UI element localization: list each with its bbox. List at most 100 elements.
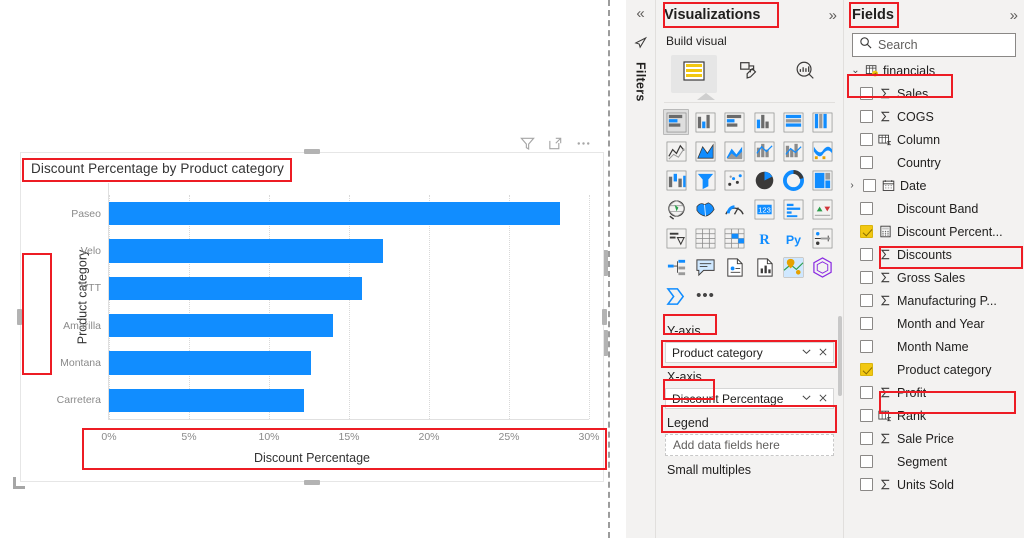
field-checkbox[interactable]	[860, 340, 873, 353]
field-checkbox[interactable]	[860, 432, 873, 445]
visual-type-kpi[interactable]	[810, 196, 836, 222]
bar[interactable]	[109, 276, 362, 300]
visual-type-treemap[interactable]	[810, 167, 836, 193]
field-checkbox[interactable]	[860, 271, 873, 284]
search-input[interactable]	[878, 38, 1009, 52]
visual-type-more-visuals[interactable]: •••	[692, 283, 718, 309]
visual-type-power-apps[interactable]	[810, 254, 836, 280]
visual-type-power-automate[interactable]	[663, 283, 689, 309]
visual-type-line-chart[interactable]	[663, 138, 689, 164]
visual-type-azure-map[interactable]	[780, 254, 806, 280]
visual-type-gauge[interactable]	[722, 196, 748, 222]
field-row-product-category[interactable]: Product category	[844, 358, 1024, 381]
field-row-rank[interactable]: Rank	[844, 404, 1024, 427]
field-row-date[interactable]: › Date	[844, 174, 1024, 197]
chevron-down-icon[interactable]: ⌄	[850, 65, 861, 76]
well-chip-discount-percentage[interactable]: Discount Percentage	[665, 388, 834, 409]
visual-type-python-visual[interactable]: Py	[780, 225, 806, 251]
well-dropzone-legend[interactable]: Add data fields here	[665, 434, 834, 456]
filter-funnel-icon[interactable]	[633, 35, 648, 55]
field-checkbox[interactable]	[860, 248, 873, 261]
visual-type-map[interactable]	[663, 196, 689, 222]
field-row-manufacturing-p[interactable]: Manufacturing P...	[844, 289, 1024, 312]
visual-type-multi-row-card[interactable]	[780, 196, 806, 222]
field-row-segment[interactable]: Segment	[844, 450, 1024, 473]
visual-resize-handle-left[interactable]	[17, 309, 22, 325]
close-icon[interactable]	[818, 392, 828, 406]
collapse-chevron-icon[interactable]: «	[636, 5, 644, 23]
field-row-discount-band[interactable]: Discount Band	[844, 197, 1024, 220]
field-row-month-and-year[interactable]: Month and Year	[844, 312, 1024, 335]
field-checkbox[interactable]	[860, 455, 873, 468]
visual-resize-handle-right[interactable]	[602, 309, 607, 325]
field-row-profit[interactable]: Profit	[844, 381, 1024, 404]
bar-row[interactable]: Velo	[81, 239, 589, 263]
visualizations-pane-scrollbar[interactable]	[838, 316, 842, 396]
visual-resize-handle-top[interactable]	[304, 149, 320, 154]
bar[interactable]	[109, 351, 311, 375]
fields-table-financials[interactable]: ⌄ financials	[844, 59, 1024, 82]
visual-type-donut-chart[interactable]	[780, 167, 806, 193]
visual-type-r-script-visual[interactable]: R	[751, 225, 777, 251]
visual-resize-handle-bottom[interactable]	[304, 480, 320, 485]
field-checkbox[interactable]	[860, 363, 873, 376]
field-row-country[interactable]: Country	[844, 151, 1024, 174]
visual-type-clustered-bar-chart[interactable]	[722, 109, 748, 135]
visual-type-funnel-chart[interactable]	[692, 167, 718, 193]
field-row-column[interactable]: Column	[844, 128, 1024, 151]
field-checkbox[interactable]	[860, 409, 873, 422]
bar-row[interactable]: Carretera	[57, 388, 589, 412]
bar-row[interactable]: VTT	[81, 276, 589, 300]
bar[interactable]	[109, 314, 333, 338]
field-row-sale-price[interactable]: Sale Price	[844, 427, 1024, 450]
field-checkbox[interactable]	[860, 225, 873, 238]
field-checkbox[interactable]	[860, 202, 873, 215]
visual-type-ribbon-chart[interactable]	[810, 138, 836, 164]
visual-type-stacked-area-chart[interactable]	[722, 138, 748, 164]
bar[interactable]	[109, 239, 383, 263]
field-checkbox[interactable]	[860, 133, 873, 146]
bar-chart-visual[interactable]: Discount Percentage by Product category …	[13, 149, 607, 489]
field-checkbox[interactable]	[863, 179, 876, 192]
visual-type-table[interactable]	[692, 225, 718, 251]
visual-type-100-stacked-bar-chart[interactable]	[780, 109, 806, 135]
visual-type-decomposition-tree[interactable]	[663, 254, 689, 280]
visual-type-pie-chart[interactable]	[751, 167, 777, 193]
bar-row[interactable]: Montana	[60, 351, 589, 375]
visual-type-area-chart[interactable]	[692, 138, 718, 164]
visual-type-filled-map[interactable]	[692, 196, 718, 222]
visual-type-smart-narrative[interactable]	[722, 254, 748, 280]
chevron-down-icon[interactable]	[801, 392, 812, 406]
report-canvas[interactable]: Discount Percentage by Product category …	[0, 0, 612, 538]
visual-type-waterfall-chart[interactable]	[663, 167, 689, 193]
visual-type-paginated-report[interactable]	[751, 254, 777, 280]
field-row-units-sold[interactable]: Units Sold	[844, 473, 1024, 496]
field-row-cogs[interactable]: COGS	[844, 105, 1024, 128]
build-visual-tab[interactable]	[670, 54, 717, 93]
field-row-sales[interactable]: Sales	[844, 82, 1024, 105]
field-checkbox[interactable]	[860, 317, 873, 330]
bar-row[interactable]: Amarilla	[63, 314, 589, 338]
field-checkbox[interactable]	[860, 156, 873, 169]
bar-row[interactable]: Paseo	[71, 202, 589, 226]
close-icon[interactable]	[818, 346, 828, 360]
fields-expand-chevron-icon[interactable]: »	[1010, 7, 1018, 24]
visual-type-stacked-bar-chart[interactable]	[663, 109, 690, 135]
field-checkbox[interactable]	[860, 386, 873, 399]
visual-type-key-influencers[interactable]	[810, 225, 836, 251]
visual-type-matrix[interactable]	[722, 225, 748, 251]
bar[interactable]	[109, 202, 561, 226]
format-visual-tab[interactable]	[726, 55, 772, 93]
visual-resize-corner-bottomleft[interactable]	[13, 477, 25, 489]
visual-type-100-stacked-column-chart[interactable]	[810, 109, 836, 135]
focus-mode-icon[interactable]	[547, 135, 564, 152]
chevron-down-icon[interactable]	[801, 346, 812, 360]
well-chip-product-category[interactable]: Product category	[665, 342, 834, 363]
analytics-tab[interactable]	[782, 55, 828, 93]
field-row-discount-percent[interactable]: Discount Percent...	[844, 220, 1024, 243]
filter-icon[interactable]	[519, 135, 536, 152]
field-row-gross-sales[interactable]: Gross Sales	[844, 266, 1024, 289]
field-checkbox[interactable]	[860, 478, 873, 491]
bar[interactable]	[109, 388, 305, 412]
visual-type-slicer[interactable]	[663, 225, 689, 251]
